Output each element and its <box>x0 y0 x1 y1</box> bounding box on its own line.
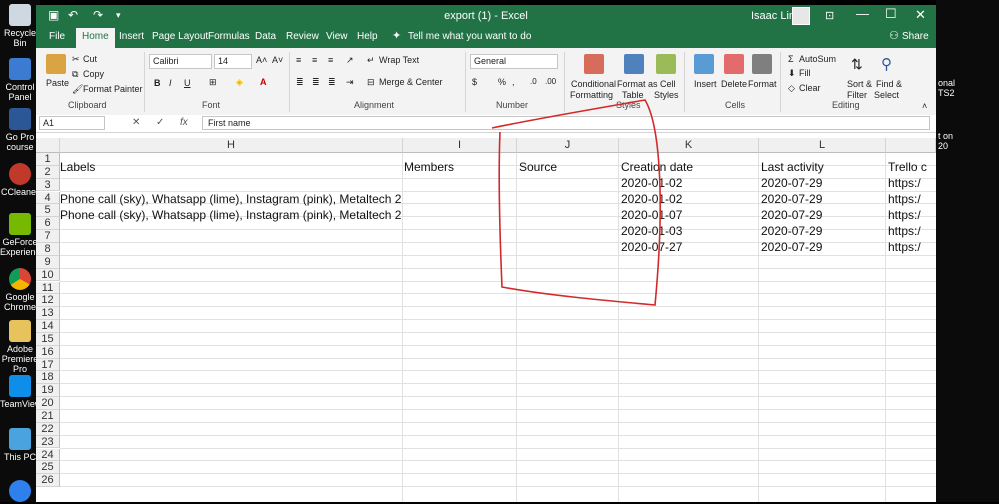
red-annotation-stroke <box>491 99 661 306</box>
red-annotation-outline <box>491 99 661 306</box>
